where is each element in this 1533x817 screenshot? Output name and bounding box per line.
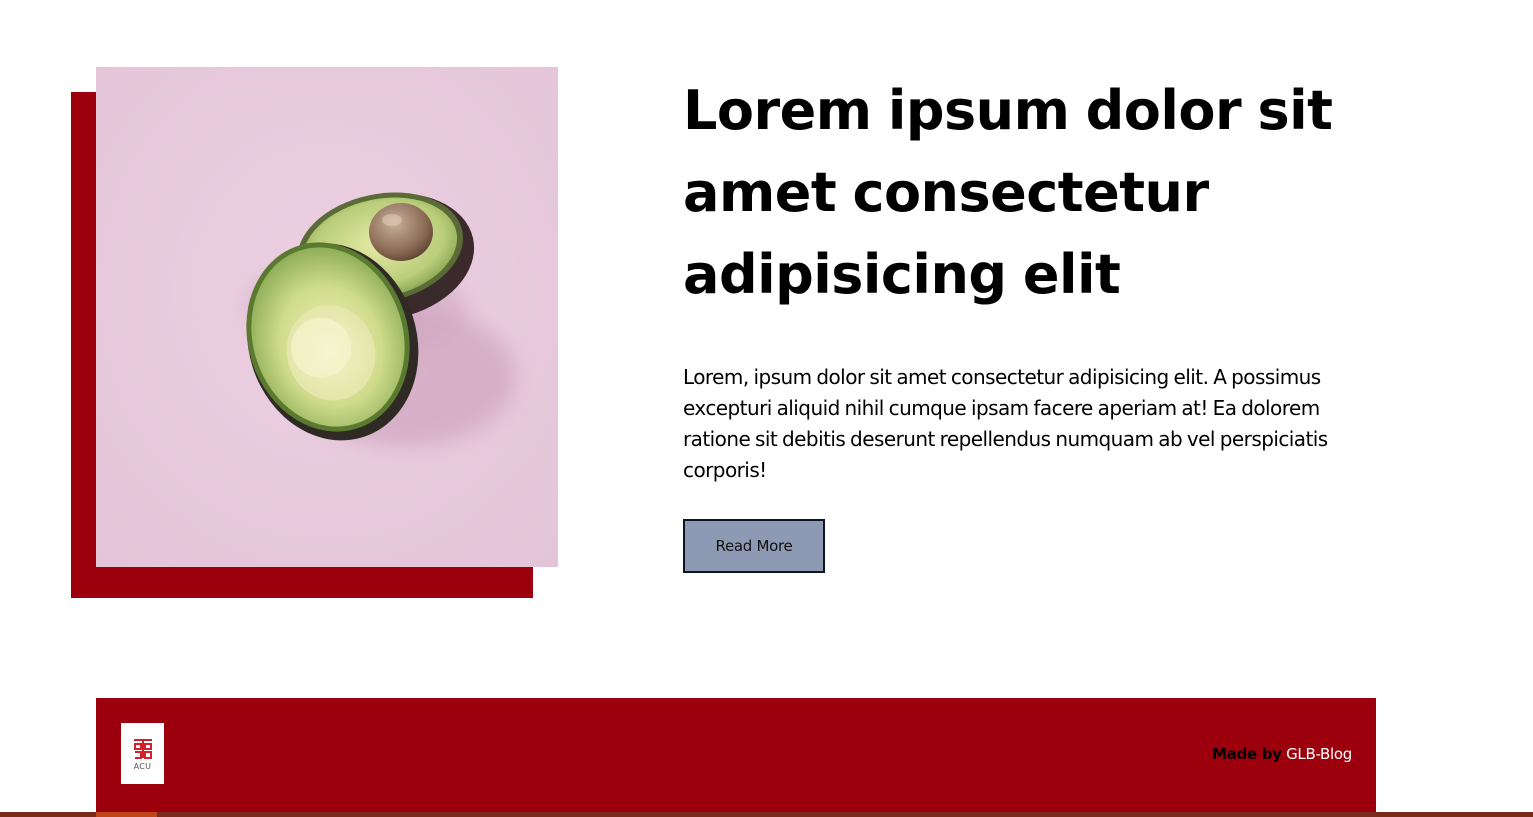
credit-link[interactable]: GLB-Blog bbox=[1286, 745, 1352, 763]
bottom-bar bbox=[0, 812, 1533, 817]
page: Lorem ipsum dolor sit amet consectetur a… bbox=[0, 0, 1533, 817]
footer-credit: Made by GLB-Blog bbox=[1212, 745, 1352, 763]
acu-logo-icon bbox=[133, 738, 152, 759]
logo-caption: ACU bbox=[133, 761, 152, 771]
hero-headline: Lorem ipsum dolor sit amet consectetur a… bbox=[683, 79, 1333, 306]
credit-label: Made by bbox=[1212, 745, 1282, 763]
hero-body-text: Lorem, ipsum dolor sit amet consectetur … bbox=[683, 365, 1328, 482]
hero-image bbox=[96, 67, 558, 567]
read-more-button[interactable]: Read More bbox=[683, 519, 825, 573]
bottom-bar-accent bbox=[96, 812, 157, 817]
footer: ACU Made by GLB-Blog bbox=[96, 698, 1376, 812]
avocado-photo bbox=[96, 67, 558, 567]
acu-logo[interactable]: ACU bbox=[121, 723, 164, 784]
hero-content: Lorem ipsum dolor sit amet consectetur a… bbox=[683, 70, 1373, 486]
